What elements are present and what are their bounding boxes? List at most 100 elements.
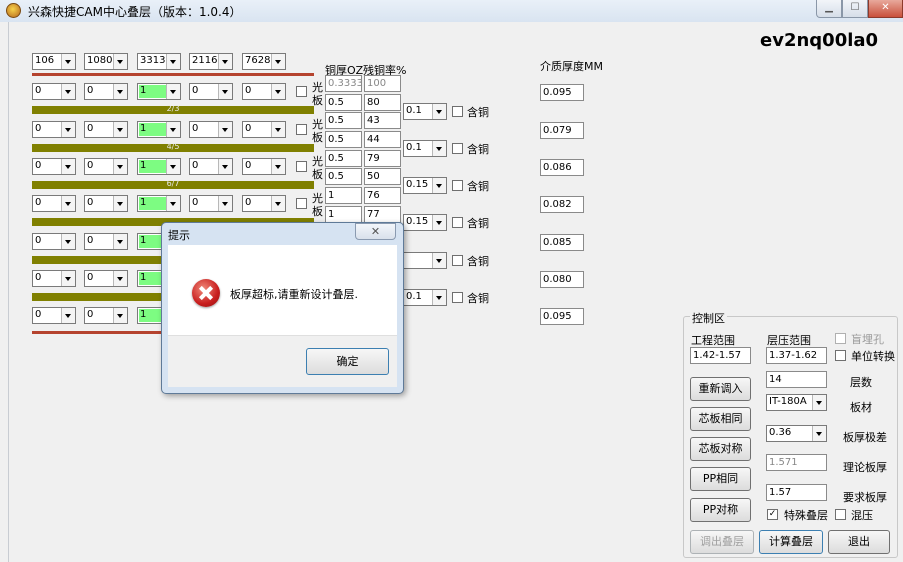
layer-combo[interactable]: 0 — [32, 195, 76, 212]
include-copper-checkbox[interactable] — [452, 180, 463, 191]
maximize-button[interactable]: ☐ — [842, 0, 868, 18]
layer-combo[interactable]: 0 — [84, 307, 128, 324]
close-window-button[interactable]: ✕ — [868, 0, 903, 18]
residual-field[interactable]: 50 — [364, 168, 401, 185]
press-range-field[interactable]: 1.37-1.62 — [766, 347, 827, 364]
layer-combo[interactable]: 0 — [84, 83, 128, 100]
layer-combo[interactable]: 0 — [32, 158, 76, 175]
layer-combo-selected[interactable]: 1 — [137, 83, 181, 100]
residual-field[interactable]: 80 — [364, 94, 401, 111]
minimize-button[interactable]: ▁ — [816, 0, 842, 18]
residual-field[interactable]: 77 — [364, 206, 401, 223]
layer-combo[interactable]: 0 — [189, 83, 233, 100]
core-thickness-combo[interactable]: 0.15 — [403, 177, 447, 194]
dielectric-field[interactable]: 0.085 — [540, 234, 584, 251]
include-copper-checkbox[interactable] — [452, 292, 463, 303]
layer-combo[interactable]: 0 — [84, 158, 128, 175]
layer-combo[interactable]: 0 — [242, 195, 286, 212]
copper-oz-field[interactable]: 1 — [325, 206, 362, 223]
mixed-press-checkbox[interactable] — [835, 509, 846, 520]
light-board-checkbox[interactable] — [296, 124, 307, 135]
copper-oz-field[interactable]: 0.5 — [325, 112, 362, 129]
required-thickness-field[interactable]: 1.57 — [766, 484, 827, 501]
material-combo[interactable]: IT-180A — [766, 394, 827, 411]
layer-combo[interactable]: 0 — [242, 121, 286, 138]
unit-convert-checkbox[interactable] — [835, 350, 846, 361]
engineering-range-field[interactable]: 1.42-1.57 — [690, 347, 751, 364]
dielectric-field[interactable]: 0.082 — [540, 196, 584, 213]
dielectric-field[interactable]: 0.079 — [540, 122, 584, 139]
include-copper-checkbox[interactable] — [452, 255, 463, 266]
prepreg-combo-3[interactable]: 3313 — [137, 53, 181, 70]
layer-combo[interactable]: 0 — [242, 158, 286, 175]
prepreg-combo-4[interactable]: 2116 — [189, 53, 233, 70]
dialog-close-button[interactable]: ✕ — [355, 223, 396, 240]
combo-value: 0 — [245, 160, 252, 171]
residual-field[interactable]: 100 — [364, 75, 401, 92]
chevron-down-icon — [61, 54, 75, 69]
include-copper-checkbox[interactable] — [452, 217, 463, 228]
layer-combo[interactable]: 0 — [32, 233, 76, 250]
layer-combo[interactable]: 0 — [84, 233, 128, 250]
dielectric-field[interactable]: 0.095 — [540, 84, 584, 101]
blind-buried-hole-checkbox[interactable] — [835, 333, 846, 344]
residual-field[interactable]: 43 — [364, 112, 401, 129]
copper-oz-field[interactable]: 0.5 — [325, 150, 362, 167]
chevron-down-icon — [61, 159, 75, 174]
job-code: ev2nq00la0 — [760, 30, 879, 51]
include-copper-checkbox[interactable] — [452, 143, 463, 154]
copper-oz-field[interactable]: 0.5 — [325, 131, 362, 148]
layer-combo[interactable]: 0 — [189, 195, 233, 212]
copper-oz-field[interactable]: 0.5 — [325, 94, 362, 111]
residual-field[interactable]: 79 — [364, 150, 401, 167]
layer-combo[interactable]: 0 — [84, 121, 128, 138]
thickness-tolerance-combo[interactable]: 0.36 — [766, 425, 827, 442]
prepreg-combo-1[interactable]: 106 — [32, 53, 76, 70]
exit-button[interactable]: 退出 — [828, 530, 890, 554]
core-thickness-combo[interactable]: 0.1 — [403, 289, 447, 306]
calculate-stack-button[interactable]: 计算叠层 — [759, 530, 823, 554]
layer-combo[interactable]: 0 — [189, 121, 233, 138]
core-thickness-combo[interactable]: 0.15 — [403, 214, 447, 231]
light-board-checkbox[interactable] — [296, 198, 307, 209]
light-board-checkbox[interactable] — [296, 86, 307, 97]
layer-combo[interactable]: 0 — [32, 83, 76, 100]
core-thickness-combo[interactable]: 0.1 — [403, 103, 447, 120]
layer-combo[interactable]: 0 — [32, 270, 76, 287]
prepreg-combo-5[interactable]: 7628 — [242, 53, 286, 70]
pp-same-button[interactable]: PP相同 — [690, 467, 751, 491]
layer-combo-selected[interactable]: 1 — [137, 121, 181, 138]
dielectric-field[interactable]: 0.086 — [540, 159, 584, 176]
dialog-ok-button[interactable]: 确定 — [306, 348, 389, 375]
layer-combo-selected[interactable]: 1 — [137, 158, 181, 175]
light-board-checkbox[interactable] — [296, 161, 307, 172]
layer-combo[interactable]: 0 — [242, 83, 286, 100]
dielectric-field[interactable]: 0.080 — [540, 271, 584, 288]
copper-oz-field[interactable]: 0.5 — [325, 168, 362, 185]
core-symmetric-button[interactable]: 芯板对称 — [690, 437, 751, 461]
layer-combo[interactable]: 0 — [84, 270, 128, 287]
pp-symmetric-button[interactable]: PP对称 — [690, 498, 751, 522]
residual-field[interactable]: 44 — [364, 131, 401, 148]
layer-count-field[interactable]: 14 — [766, 371, 827, 388]
chevron-down-icon — [218, 84, 232, 99]
layer-combo-selected[interactable]: 1 — [137, 195, 181, 212]
theory-thickness-field[interactable]: 1.571 — [766, 454, 827, 471]
special-stack-checkbox[interactable]: ✓ — [767, 509, 778, 520]
core-same-button[interactable]: 芯板相同 — [690, 407, 751, 431]
layer-combo[interactable]: 0 — [32, 307, 76, 324]
reload-button[interactable]: 重新调入 — [690, 377, 751, 401]
layer-combo[interactable]: 0 — [84, 195, 128, 212]
export-stack-button[interactable]: 调出叠层 — [690, 530, 754, 554]
prepreg-combo-2[interactable]: 1080 — [84, 53, 128, 70]
layer-combo[interactable]: 0 — [189, 158, 233, 175]
special-stack-label: 特殊叠层 — [784, 509, 828, 522]
core-thickness-combo[interactable]: 0.1 — [403, 140, 447, 157]
copper-oz-field[interactable]: 1 — [325, 187, 362, 204]
core-thickness-combo[interactable] — [403, 252, 447, 269]
dielectric-field[interactable]: 0.095 — [540, 308, 584, 325]
layer-combo[interactable]: 0 — [32, 121, 76, 138]
include-copper-checkbox[interactable] — [452, 106, 463, 117]
copper-oz-field[interactable]: 0.3333 — [325, 75, 362, 92]
residual-field[interactable]: 76 — [364, 187, 401, 204]
